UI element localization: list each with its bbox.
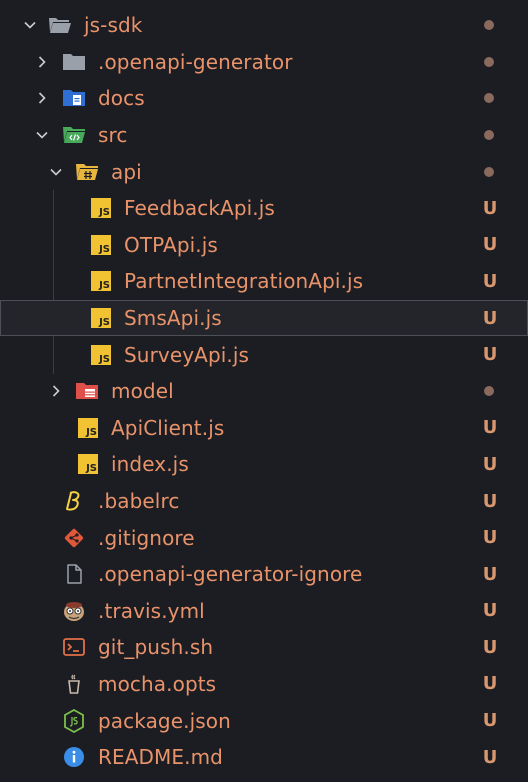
babel-icon [62,489,86,513]
tree-row-mocha-opts[interactable]: mocha.opts U [0,666,528,703]
git-icon [62,526,86,550]
untracked-badge: U [482,636,498,658]
docs-folder-icon [62,86,86,110]
mocha-icon [62,672,86,696]
untracked-badge: U [482,746,498,768]
model-folder-icon [75,379,99,403]
tree-label: model [111,379,174,404]
tree-row-openapi-generator-ignore[interactable]: .openapi-generator-ignore U [0,556,528,593]
tree-label: README.md [98,745,223,770]
tree-label: .travis.yml [98,598,205,623]
travis-icon [62,599,86,623]
tree-label: FeedbackApi.js [124,196,275,221]
tree-label: .gitignore [98,525,195,550]
tree-row-travis-yml[interactable]: .travis.yml U [0,593,528,630]
api-folder-icon [75,160,99,184]
tree-label: js-sdk [84,13,143,38]
untracked-badge: U [482,710,498,732]
untracked-badge: U [482,490,498,512]
untracked-badge: U [482,234,498,256]
tree-row-docs[interactable]: docs [0,80,528,117]
tree-label: index.js [111,452,189,477]
tree-label: SurveyApi.js [124,342,250,367]
tree-row-model[interactable]: model [0,373,528,410]
nodejs-icon [62,708,86,733]
tree-label: SmsApi.js [124,306,222,331]
chevron-right-icon[interactable] [46,381,66,401]
tree-row-otpapi-js[interactable]: JS OTPApi.js U [0,227,528,264]
modified-dot [484,20,494,31]
tree-label: .openapi-generator-ignore [98,562,363,587]
modified-dot [484,130,494,141]
tree-label: OTPApi.js [124,232,218,257]
tree-row-gitignore[interactable]: .gitignore U [0,519,528,556]
tree-row-apiclient-js[interactable]: JS ApiClient.js U [0,410,528,447]
js-icon: JS [89,343,113,367]
shell-icon [62,635,86,659]
untracked-badge: U [482,307,498,329]
tree-row-index-js[interactable]: JS index.js U [0,446,528,483]
chevron-down-icon[interactable] [20,15,40,35]
chevron-down-icon[interactable] [46,162,66,182]
modified-dot [484,93,494,104]
chevron-right-icon[interactable] [32,88,52,108]
untracked-badge: U [482,344,498,366]
js-icon: JS [76,452,100,476]
tree-label: .openapi-generator [98,49,293,74]
file-icon [62,562,86,586]
chevron-down-icon[interactable] [32,125,52,145]
modified-dot [484,166,494,177]
tree-row-babelrc[interactable]: .babelrc U [0,483,528,520]
tree-label: src [98,123,128,148]
open-folder-icon [48,13,72,37]
tree-row-src[interactable]: src [0,117,528,154]
js-icon: JS [89,196,113,220]
tree-label: docs [98,86,145,111]
untracked-badge: U [482,270,498,292]
js-icon: JS [89,233,113,257]
gray-folder-icon [62,50,86,74]
tree-label: git_push.sh [98,635,214,660]
tree-label: PartnetIntegrationApi.js [124,269,364,294]
info-icon [62,745,86,769]
untracked-badge: U [482,527,498,549]
chevron-right-icon[interactable] [32,52,52,72]
js-icon: JS [89,306,113,330]
untracked-badge: U [482,453,498,475]
src-folder-icon [62,123,86,147]
modified-dot [484,56,494,67]
tree-row-js-sdk[interactable]: js-sdk [0,7,528,44]
tree-row-smsapi-js[interactable]: JS SmsApi.js U [0,299,528,337]
tree-row-openapi-generator[interactable]: .openapi-generator [0,44,528,81]
untracked-badge: U [482,417,498,439]
file-explorer-tree: js-sdk .openapi-generator docs src api J… [0,0,528,782]
tree-label: .babelrc [98,489,180,514]
js-icon: JS [89,269,113,293]
tree-label: mocha.opts [98,671,217,696]
tree-label: package.json [98,708,231,733]
tree-row-readme-md[interactable]: README.md U [0,739,528,776]
modified-dot [484,386,494,397]
untracked-badge: U [482,197,498,219]
tree-label: api [111,159,142,184]
untracked-badge: U [482,563,498,585]
tree-row-git-push-sh[interactable]: git_push.sh U [0,629,528,666]
tree-row-partnetintegrationapi-js[interactable]: JS PartnetIntegrationApi.js U [0,263,528,300]
tree-row-package-json[interactable]: package.json U [0,702,528,739]
tree-row-api[interactable]: api [0,153,528,190]
untracked-badge: U [482,600,498,622]
tree-row-feedbackapi-js[interactable]: JS FeedbackApi.js U [0,190,528,227]
tree-label: ApiClient.js [111,415,225,440]
untracked-badge: U [482,673,498,695]
tree-row-surveyapi-js[interactable]: JS SurveyApi.js U [0,336,528,373]
js-icon: JS [76,416,100,440]
